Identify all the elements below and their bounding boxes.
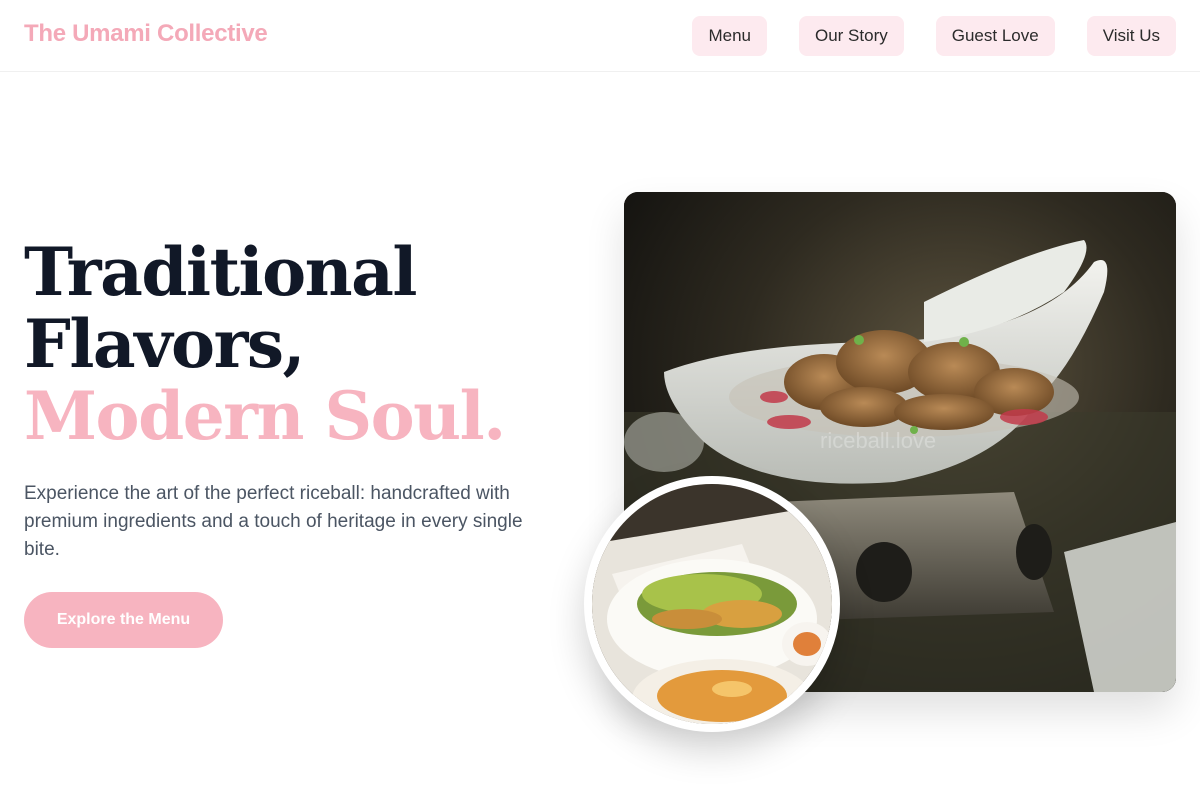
- hero-subtext: Experience the art of the perfect riceba…: [24, 483, 523, 560]
- site-header: The Umami Collective Menu Our Story Gues…: [0, 0, 1200, 72]
- nav-menu[interactable]: Menu: [692, 16, 767, 56]
- inset-greens: [637, 572, 797, 636]
- inset-dish-photo: [584, 476, 840, 732]
- hero-copy: Traditional Flavors, Modern Soul. Experi…: [24, 236, 564, 564]
- nav-our-story[interactable]: Our Story: [798, 16, 904, 56]
- hero-headline: Traditional Flavors, Modern Soul.: [24, 236, 564, 452]
- headline-accent: Modern Soul.: [24, 377, 506, 455]
- brand-logo[interactable]: The Umami Collective: [24, 20, 268, 48]
- headline-line-2: Flavors,: [24, 305, 305, 383]
- inset-dish-illustration: [592, 484, 832, 724]
- explore-menu-button[interactable]: Explore the Menu: [24, 592, 223, 648]
- headline-line-1: Traditional: [24, 233, 417, 311]
- photo-watermark: riceball.love: [820, 428, 937, 453]
- nav-guest-love[interactable]: Guest Love: [935, 16, 1055, 56]
- main-nav: Menu Our Story Guest Love Visit Us: [692, 16, 1176, 56]
- nav-visit-us[interactable]: Visit Us: [1086, 16, 1176, 56]
